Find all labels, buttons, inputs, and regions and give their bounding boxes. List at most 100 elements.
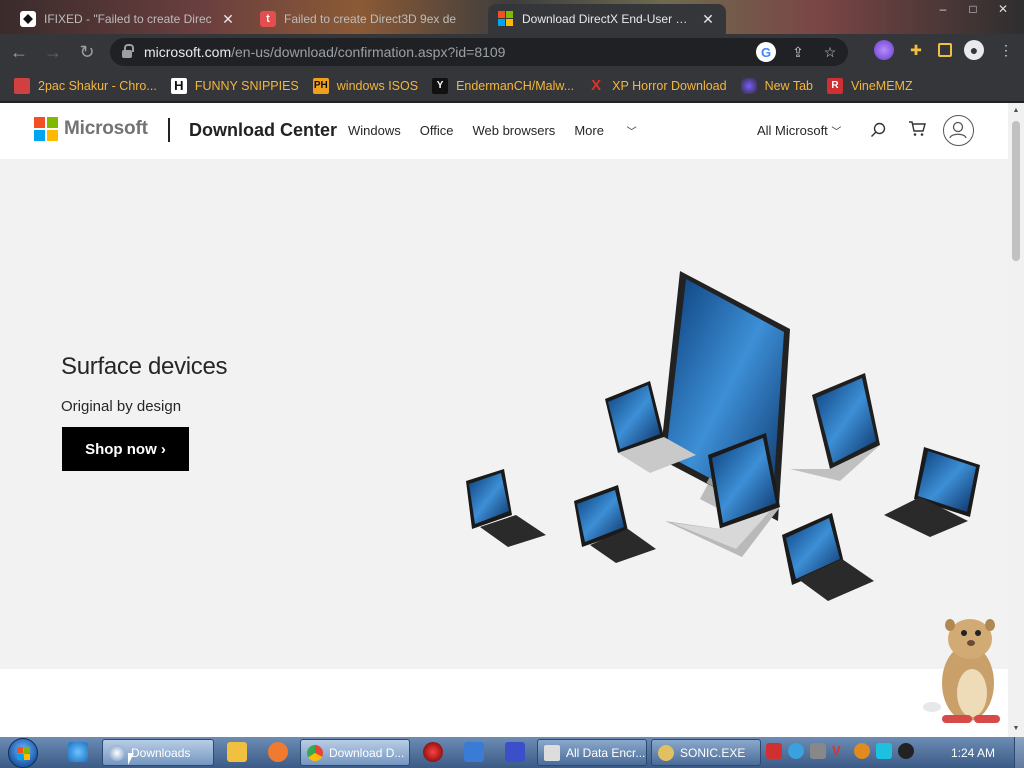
- windows-flag-icon: [17, 747, 31, 761]
- media-player-icon[interactable]: [227, 742, 247, 762]
- menu-dots-icon[interactable]: ⋮: [996, 40, 1016, 60]
- hero-subtitle: Original by design: [61, 398, 182, 415]
- page-scrollbar[interactable]: ▲ ▼: [1008, 103, 1024, 737]
- taskbar-button-sonic[interactable]: SONIC.EXE: [651, 739, 761, 766]
- bookmark-label: EndermanCH/Malw...: [456, 78, 575, 93]
- tray-app-icon[interactable]: [854, 743, 870, 759]
- window-controls: – □ ✕: [930, 2, 1016, 16]
- extension-icon[interactable]: [874, 40, 894, 60]
- close-icon[interactable]: ✕: [220, 11, 236, 28]
- show-desktop-button[interactable]: [1014, 737, 1024, 768]
- close-window-button[interactable]: ✕: [990, 2, 1016, 16]
- tablet-device: [574, 485, 656, 563]
- tablet-device: [782, 513, 874, 601]
- h-icon: H: [170, 77, 187, 94]
- all-microsoft-menu[interactable]: All Microsoft ﹀: [757, 123, 841, 138]
- maximize-button[interactable]: □: [960, 2, 986, 16]
- bookmark-label: VineMEMZ: [851, 78, 913, 93]
- y-icon: Y: [432, 77, 449, 94]
- shop-now-button[interactable]: Shop now ›: [62, 427, 189, 471]
- ph-icon: PH: [312, 77, 329, 94]
- puzzle-icon[interactable]: ✚: [906, 40, 926, 60]
- taskbar-label: All Data Encr...: [566, 745, 646, 760]
- surface-devices-image: [466, 271, 980, 601]
- microsoft-icon: [498, 11, 514, 27]
- window-icon: [544, 744, 560, 761]
- profile-icon[interactable]: ●: [964, 40, 984, 60]
- bookmark[interactable]: PH windows ISOS: [312, 77, 419, 94]
- person-icon: [949, 121, 967, 139]
- p-app-icon[interactable]: [505, 742, 525, 762]
- nav-more[interactable]: More ﹀: [574, 123, 655, 138]
- start-button[interactable]: [8, 738, 38, 768]
- bookmark[interactable]: R VineMEMZ: [827, 77, 913, 94]
- browser-tab-active[interactable]: Download DirectX End-User Run ✕: [488, 4, 726, 34]
- header-divider: [168, 118, 170, 142]
- tray-app-icon[interactable]: [766, 743, 782, 759]
- tab-title: Failed to create Direct3D 9ex de: [284, 12, 457, 26]
- bookmark-label: 2pac Shakur - Chro...: [38, 78, 157, 93]
- bookmark[interactable]: Y EndermanCH/Malw...: [432, 77, 575, 94]
- extension-area: ✚ ● ⋮: [874, 40, 1016, 60]
- account-icon[interactable]: [943, 115, 974, 146]
- tray-app-icon[interactable]: [898, 743, 914, 759]
- shield-icon[interactable]: [464, 742, 484, 762]
- browser-tab[interactable]: t Failed to create Direct3D 9ex de: [250, 4, 482, 34]
- nav-office[interactable]: Office: [420, 123, 454, 138]
- back-button[interactable]: ←: [4, 37, 34, 67]
- bookmark[interactable]: New Tab: [740, 77, 813, 94]
- taskbar-label: Download D...: [329, 745, 405, 760]
- shop-now-label: Shop now: [85, 440, 157, 458]
- lock-icon[interactable]: [122, 44, 134, 58]
- close-icon[interactable]: ✕: [700, 11, 716, 28]
- google-icon[interactable]: G: [756, 42, 776, 62]
- bookmark[interactable]: H FUNNY SNIPPIES: [170, 77, 299, 94]
- bookmark[interactable]: X XP Horror Download: [588, 77, 726, 94]
- hero-title: Surface devices: [61, 353, 228, 380]
- brand-name[interactable]: Microsoft: [64, 118, 148, 140]
- scroll-thumb[interactable]: [1012, 121, 1020, 261]
- nav-more-label: More: [574, 123, 604, 138]
- taskbar-button-chrome[interactable]: Download D...: [300, 739, 410, 766]
- app-icon[interactable]: [423, 742, 443, 762]
- tablet-device: [884, 447, 980, 537]
- tray-app-icon[interactable]: [788, 743, 804, 759]
- t-icon: t: [260, 11, 276, 27]
- address-bar[interactable]: microsoft.com/en-us/download/confirmatio…: [110, 38, 848, 66]
- black-diamond-icon: [20, 11, 36, 27]
- side-panel-icon[interactable]: [938, 43, 952, 57]
- tab-title: IFIXED - "Failed to create Direc: [44, 12, 212, 26]
- app-icon[interactable]: [268, 742, 288, 762]
- forward-button[interactable]: →: [38, 37, 68, 67]
- search-icon[interactable]: [870, 122, 886, 138]
- browser-tab[interactable]: IFIXED - "Failed to create Direc ✕: [10, 4, 246, 34]
- reload-button[interactable]: ↻: [72, 37, 102, 67]
- nav-windows[interactable]: Windows: [348, 123, 401, 138]
- tray-app-icon[interactable]: V: [832, 743, 848, 759]
- taskbar-button-encrypt[interactable]: All Data Encr...: [537, 739, 647, 766]
- clock[interactable]: 1:24 AM: [951, 746, 995, 760]
- minimize-button[interactable]: –: [930, 2, 956, 16]
- tray-app-icon[interactable]: [876, 743, 892, 759]
- gear-icon: [658, 744, 674, 761]
- microsoft-logo-icon[interactable]: [34, 117, 58, 141]
- share-icon[interactable]: ⇪: [788, 42, 808, 62]
- site-title[interactable]: Download Center: [189, 120, 337, 141]
- folder-icon: [109, 744, 125, 761]
- taskbar: Downloads Download D... All Data Encr...…: [0, 737, 1024, 768]
- scroll-down-icon[interactable]: ▼: [1012, 725, 1020, 733]
- star-icon[interactable]: ☆: [820, 42, 840, 62]
- tablet-device: [466, 469, 546, 547]
- taskbar-button-downloads[interactable]: Downloads: [102, 739, 214, 766]
- internet-explorer-icon[interactable]: [68, 742, 88, 762]
- bookmark-label: windows ISOS: [336, 78, 419, 93]
- cart-icon[interactable]: [908, 120, 926, 138]
- bookmark[interactable]: 2pac Shakur - Chro...: [14, 77, 157, 94]
- nav-web-browsers[interactable]: Web browsers: [472, 123, 555, 138]
- site-nav: Windows Office Web browsers More ﹀: [348, 123, 675, 138]
- r-icon: R: [827, 77, 843, 94]
- chevron-right-icon: ›: [160, 440, 166, 458]
- url-domain: microsoft.com: [144, 44, 232, 60]
- scroll-up-icon[interactable]: ▲: [1012, 107, 1020, 115]
- tray-app-icon[interactable]: [810, 743, 826, 759]
